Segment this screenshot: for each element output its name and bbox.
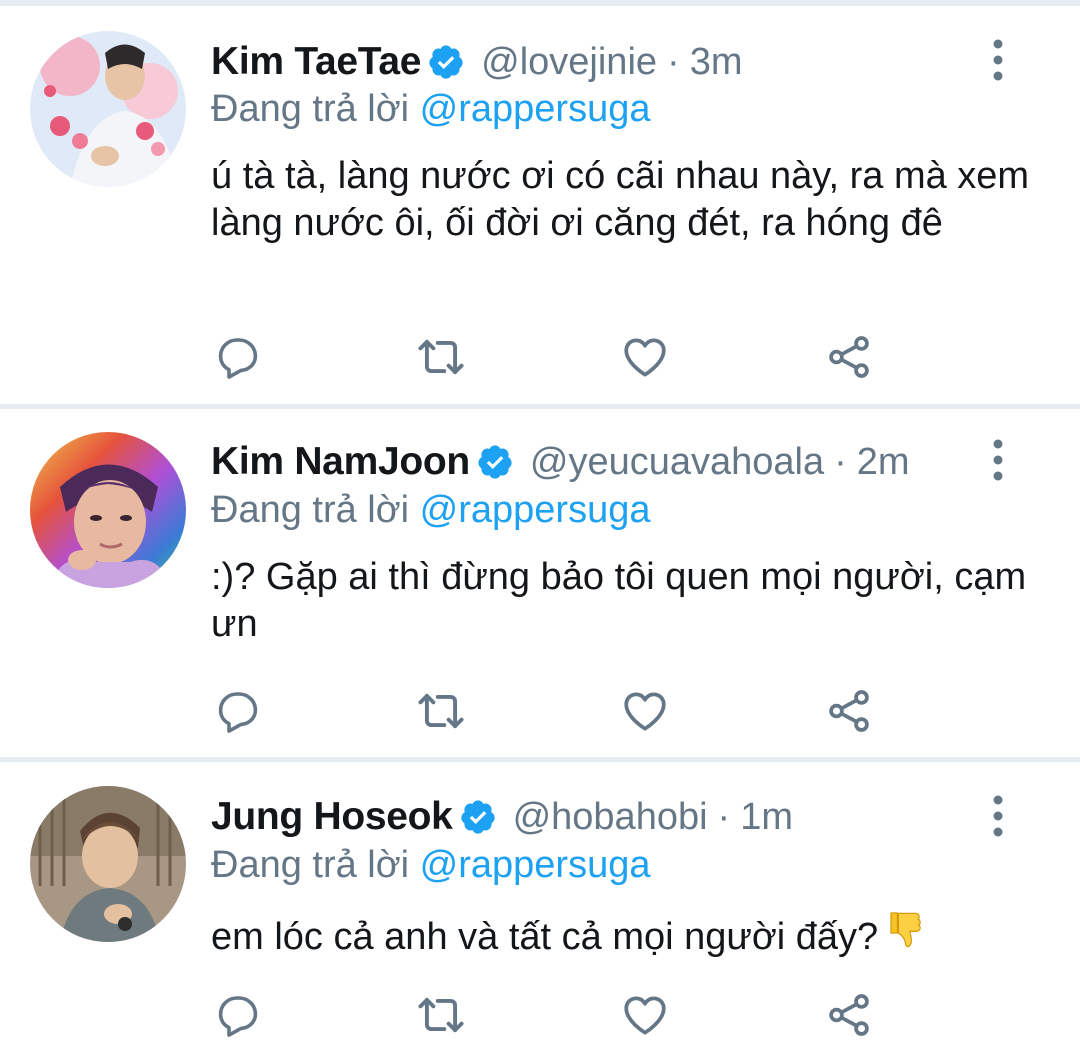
reply-icon bbox=[218, 338, 258, 379]
share-button[interactable] bbox=[821, 329, 877, 385]
verified-badge-icon bbox=[459, 798, 497, 836]
retweet-button[interactable] bbox=[413, 987, 469, 1043]
verified-badge-icon bbox=[476, 443, 514, 481]
separator-dot: · bbox=[717, 795, 731, 838]
reply-button[interactable] bbox=[210, 987, 266, 1043]
separator-dot: · bbox=[667, 40, 680, 83]
more-vertical-icon[interactable] bbox=[986, 794, 1010, 838]
reply-button[interactable] bbox=[210, 329, 266, 385]
retweet-icon bbox=[418, 997, 464, 1033]
replying-to-mention[interactable]: @rappersuga bbox=[420, 489, 651, 531]
reply-icon bbox=[218, 996, 258, 1037]
thumbs-down-emoji-icon bbox=[884, 907, 932, 967]
like-button[interactable] bbox=[617, 987, 673, 1043]
avatar[interactable] bbox=[30, 432, 186, 588]
display-name[interactable]: Kim NamJoon bbox=[211, 440, 470, 484]
avatar[interactable] bbox=[30, 786, 186, 942]
action-bar bbox=[0, 683, 1080, 739]
timestamp[interactable]: 2m bbox=[857, 441, 910, 484]
share-button[interactable] bbox=[821, 987, 877, 1043]
like-button[interactable] bbox=[617, 329, 673, 385]
replying-to-mention[interactable]: @rappersuga bbox=[420, 844, 651, 886]
tweet-header: Kim TaeTae @lovejinie · 3m bbox=[211, 34, 742, 90]
replying-to: Đang trả lời @rappersuga bbox=[211, 489, 651, 532]
replying-prefix: Đang trả lời bbox=[211, 489, 410, 531]
replying-prefix: Đang trả lời bbox=[211, 88, 410, 130]
share-icon bbox=[829, 994, 869, 1036]
verified-badge-icon bbox=[427, 43, 465, 81]
retweet-icon bbox=[418, 693, 464, 729]
tweet-text: :)? Gặp ai thì đừng bảo tôi quen mọi ngư… bbox=[211, 556, 1027, 645]
tweet-header: Kim NamJoon @yeucuavahoala · 2m bbox=[211, 434, 910, 490]
share-icon bbox=[829, 336, 869, 378]
like-heart-icon bbox=[624, 996, 666, 1035]
tweet-text-container: em lóc cả anh và tất cả mọi người đấy? bbox=[211, 907, 1041, 967]
replying-to: Đang trả lời @rappersuga bbox=[211, 88, 651, 131]
replying-to-mention[interactable]: @rappersuga bbox=[420, 88, 651, 130]
user-handle[interactable]: @hobahobi bbox=[513, 796, 708, 839]
action-bar bbox=[0, 329, 1080, 385]
reply-button[interactable] bbox=[210, 683, 266, 739]
tweet-text: em lóc cả anh và tất cả mọi người đấy? bbox=[211, 916, 879, 958]
tweet-text: ú tà tà, làng nước ơi có cãi nhau này, r… bbox=[211, 155, 1030, 244]
more-vertical-icon[interactable] bbox=[986, 38, 1010, 82]
tweet-2[interactable]: Kim NamJoon @yeucuavahoala · 2m Đang trả… bbox=[0, 409, 1080, 757]
separator-dot: · bbox=[834, 440, 847, 483]
retweet-button[interactable] bbox=[413, 683, 469, 739]
reply-icon bbox=[218, 692, 258, 733]
timestamp[interactable]: 1m bbox=[740, 796, 793, 839]
replying-to: Đang trả lời @rappersuga bbox=[211, 844, 651, 887]
share-button[interactable] bbox=[821, 683, 877, 739]
user-handle[interactable]: @yeucuavahoala bbox=[530, 441, 824, 484]
retweet-button[interactable] bbox=[413, 329, 469, 385]
tweet-3[interactable]: Jung Hoseok @hobahobi · 1m Đang trả lời … bbox=[0, 762, 1080, 1061]
avatar[interactable] bbox=[30, 31, 186, 187]
like-button[interactable] bbox=[617, 683, 673, 739]
retweet-icon bbox=[418, 339, 464, 375]
share-icon bbox=[829, 690, 869, 732]
timestamp[interactable]: 3m bbox=[690, 41, 743, 84]
tweet-header: Jung Hoseok @hobahobi · 1m bbox=[211, 789, 793, 845]
replying-prefix: Đang trả lời bbox=[211, 844, 410, 886]
more-vertical-icon[interactable] bbox=[986, 438, 1010, 482]
display-name[interactable]: Kim TaeTae bbox=[211, 40, 421, 84]
tweet-1[interactable]: Kim TaeTae @lovejinie · 3m Đang trả lời … bbox=[0, 6, 1080, 404]
action-bar bbox=[0, 987, 1080, 1043]
like-heart-icon bbox=[624, 692, 666, 731]
user-handle[interactable]: @lovejinie bbox=[481, 41, 657, 84]
like-heart-icon bbox=[624, 338, 666, 377]
display-name[interactable]: Jung Hoseok bbox=[211, 795, 453, 839]
